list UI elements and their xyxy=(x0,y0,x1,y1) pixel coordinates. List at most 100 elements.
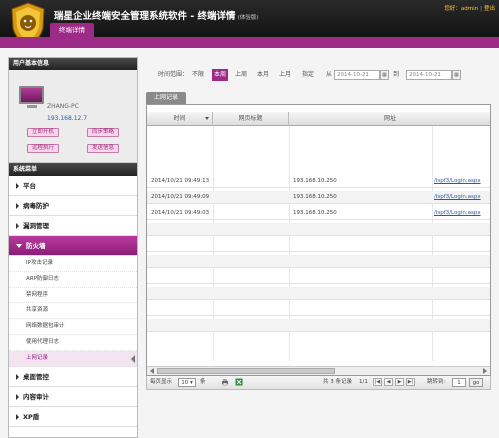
sync-policy-button[interactable]: 同步策略 xyxy=(87,128,119,137)
submenu-browsing-log[interactable]: 上网记录 xyxy=(9,350,137,367)
menu-item-vulnerability[interactable]: 漏洞管理 xyxy=(9,216,137,236)
send-message-button[interactable]: 发送信息 xyxy=(87,144,119,153)
table-row-empty xyxy=(147,239,490,252)
filter-last-month[interactable]: 上月 xyxy=(279,69,291,81)
cell-url[interactable]: /lspf3/Login.aspx xyxy=(434,191,490,204)
filter-custom[interactable]: 指定 xyxy=(302,69,314,81)
submenu-blocked-programs[interactable]: 禁网程序 xyxy=(9,288,137,304)
print-icon[interactable] xyxy=(221,378,229,386)
triangle-right-icon xyxy=(16,183,19,189)
submenu-ip-attack-log[interactable]: IP攻击记录 xyxy=(9,256,137,272)
menu-label: 防火墙 xyxy=(26,242,46,250)
last-page-button[interactable]: ▶| xyxy=(406,378,415,386)
submenu-label: 上网记录 xyxy=(26,354,49,361)
table-row[interactable]: 2014/10/21 09:49:03 193.168.10.250 /lspf… xyxy=(147,207,490,220)
submenu-shared-resources[interactable]: 共享资源 xyxy=(9,303,137,320)
cell-time: 2014/10/21 09:49:09 xyxy=(151,194,210,200)
table-row[interactable]: 2014/10/21 09:49:09 193.168.10.250 /lspf… xyxy=(147,191,490,204)
active-arrow-icon xyxy=(131,354,135,363)
from-label: 从 xyxy=(326,71,333,78)
first-page-button[interactable]: |◀ xyxy=(373,378,382,386)
menu-item-firewall[interactable]: 防火墙 xyxy=(9,236,137,256)
cell-url[interactable]: /lspf3/Login.aspx xyxy=(434,175,490,188)
table-row-empty xyxy=(147,319,490,332)
horizontal-scrollbar[interactable] xyxy=(147,366,490,375)
triangle-right-icon xyxy=(16,373,19,380)
cell-url[interactable]: /lspf3/Login.aspx xyxy=(434,207,490,220)
scroll-right-icon[interactable] xyxy=(483,368,487,374)
user-info-panel: ZHANG-PC 193.168.12.7 立即开机 同步策略 远程执行 发送信… xyxy=(9,70,137,163)
logout-link[interactable]: 登出 xyxy=(484,6,495,12)
remote-exec-button[interactable]: 远程执行 xyxy=(27,144,59,153)
column-label: 时间 xyxy=(173,115,186,122)
filter-this-month[interactable]: 本月 xyxy=(257,69,269,81)
table-row-empty xyxy=(147,271,490,284)
cell-ip: 193.168.10.250 xyxy=(293,210,337,216)
cell-ip: 193.168.10.250 xyxy=(293,194,337,200)
edition-label: (体验版) xyxy=(237,15,259,21)
filter-last-week[interactable]: 上周 xyxy=(235,69,247,81)
time-filter-bar: 时间范围： 不限 本周 上周 本月 上月 指定 从 2014-10-21 ▦ 到… xyxy=(146,69,491,81)
submenu-arp-defense-log[interactable]: ARP防御日志 xyxy=(9,272,137,288)
main-content: 时间范围： 不限 本周 上周 本月 上月 指定 从 2014-10-21 ▦ 到… xyxy=(146,57,491,438)
submenu-packet-audit[interactable]: 网络数据包审计 xyxy=(9,319,137,335)
app-title: 瑞星企业终端安全管理系统软件 - 终端详情 (体验版) xyxy=(54,8,258,22)
per-page-value: 10 xyxy=(181,380,189,386)
next-page-button[interactable]: ▶ xyxy=(395,378,404,386)
column-header-url[interactable]: 网址 xyxy=(289,112,490,126)
scroll-thumb[interactable] xyxy=(157,368,335,374)
table-row-empty xyxy=(147,223,490,236)
to-date-input[interactable]: 2014-10-21 xyxy=(406,70,452,80)
log-table: 时间 网页标题 网址 2014/10/21 09:49:13 193.168.1… xyxy=(146,104,491,376)
app-title-text: 瑞星企业终端安全管理系统软件 - 终端详情 xyxy=(54,11,236,22)
menu-item-platform[interactable]: 平台 xyxy=(9,176,137,196)
triangle-right-icon xyxy=(16,393,19,400)
cell-time: 2014/10/21 09:49:03 xyxy=(151,210,210,216)
go-button[interactable]: go xyxy=(469,378,483,387)
calendar-icon[interactable]: ▦ xyxy=(380,70,389,80)
total-records: 共 3 条记录 xyxy=(323,379,352,385)
table-row-empty xyxy=(147,255,490,268)
menu-item-content-audit[interactable]: 内容审计 xyxy=(9,386,137,407)
tab-browsing-log[interactable]: 上网记录 xyxy=(146,92,186,104)
menu-label: 平台 xyxy=(23,182,36,190)
submenu-proxy-log[interactable]: 使用代理日志 xyxy=(9,335,137,351)
filter-unlimited[interactable]: 不限 xyxy=(192,69,204,81)
from-date-input[interactable]: 2014-10-21 xyxy=(334,70,380,80)
menu-label: XP盾 xyxy=(23,412,40,421)
page-info: 1/1 xyxy=(359,379,368,385)
table-row-empty xyxy=(147,287,490,300)
cell-ip: 193.168.10.250 xyxy=(293,178,337,184)
power-on-button[interactable]: 立即开机 xyxy=(27,128,59,137)
header-accent-strip xyxy=(0,37,499,48)
column-header-page-title[interactable]: 网页标题 xyxy=(213,112,289,126)
excel-export-icon[interactable] xyxy=(235,378,243,386)
cell-title xyxy=(217,191,287,204)
menu-item-antivirus[interactable]: 病毒防护 xyxy=(9,196,137,216)
triangle-right-icon xyxy=(16,203,19,209)
table-header: 时间 网页标题 网址 xyxy=(147,112,490,126)
jump-page-input[interactable]: 1 xyxy=(452,378,466,387)
scroll-left-icon[interactable] xyxy=(150,368,154,374)
to-label: 到 xyxy=(393,71,400,78)
user-info-title: 用户基本信息 xyxy=(9,58,137,70)
filter-this-week[interactable]: 本周 xyxy=(212,69,229,81)
per-page-select[interactable]: 10 ▾ xyxy=(178,378,196,387)
calendar-icon[interactable]: ▦ xyxy=(452,70,461,80)
prev-page-button[interactable]: ◀ xyxy=(384,378,393,386)
computer-stand-icon xyxy=(27,105,37,108)
table-row[interactable]: 2014/10/21 09:49:13 193.168.10.250 /lspf… xyxy=(147,175,490,188)
menu-item-xp-shield[interactable]: XP盾 xyxy=(9,406,137,427)
app-header: 瑞星企业终端安全管理系统软件 - 终端详情 (体验版) 您好：admin | 登出 终… xyxy=(0,0,499,48)
menu-label: 漏洞管理 xyxy=(23,222,49,230)
pc-ip: 193.168.12.7 xyxy=(47,115,88,122)
jump-label: 跳转到: xyxy=(427,379,446,385)
sidebar: 用户基本信息 ZHANG-PC 193.168.12.7 立即开机 同步策略 远… xyxy=(8,57,138,438)
username: admin xyxy=(460,6,479,12)
menu-item-desktop-control[interactable]: 桌面管控 xyxy=(9,366,137,387)
greeting-label: 您好： xyxy=(444,6,461,12)
cell-title xyxy=(217,175,287,188)
cell-time: 2014/10/21 09:49:13 xyxy=(151,178,210,184)
column-header-time[interactable]: 时间 xyxy=(147,112,213,126)
tab-terminal-detail[interactable]: 终端详情 xyxy=(50,23,94,37)
